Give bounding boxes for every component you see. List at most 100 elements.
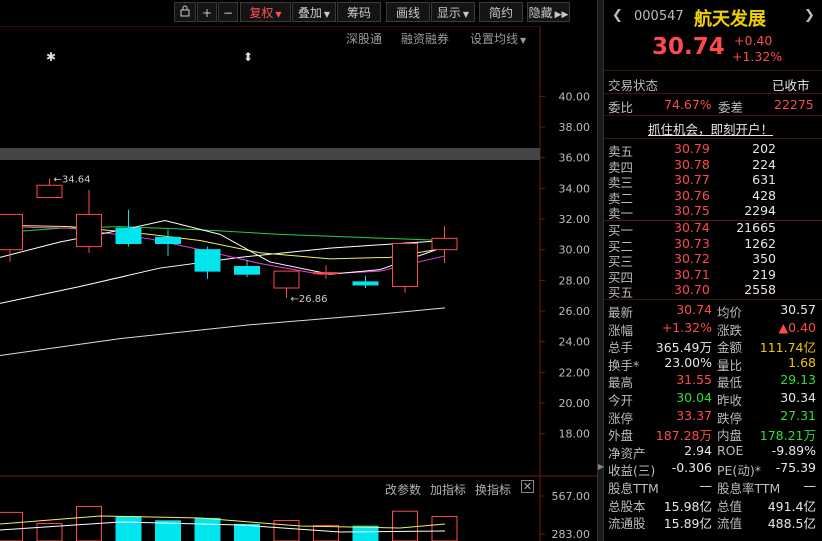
quote-value: 33.37 <box>676 407 712 423</box>
edit-params-link[interactable]: 改参数 <box>385 481 421 498</box>
close-indicator-icon[interactable]: ✕ <box>521 480 534 493</box>
quote-value: 27.31 <box>780 407 816 423</box>
ask-volume: 428 <box>752 187 776 203</box>
candle-body <box>273 270 300 289</box>
quote-value: 23.00% <box>664 354 712 370</box>
price-change: +0.40 <box>734 33 773 48</box>
quote-label: 收益(三) <box>608 463 656 479</box>
double-chevron-right-icon: ▶▶ <box>554 10 569 20</box>
quote-value: 111.74亿 <box>759 340 816 356</box>
quote-value: ▲0.40 <box>778 319 816 335</box>
stock-name: 航天发展 <box>694 9 766 30</box>
quote-label: 股息TTM <box>608 481 659 496</box>
divider <box>604 70 822 71</box>
ask-volume: 202 <box>752 141 776 156</box>
y-tick-label: 28.00 <box>559 274 591 287</box>
overlay-label: 叠加 <box>297 6 322 20</box>
bid-volume: 219 <box>752 266 776 282</box>
candle-body <box>76 213 102 248</box>
prev-stock-icon[interactable]: ❮ <box>612 8 623 23</box>
candle-body <box>234 266 260 275</box>
ask-row[interactable]: 卖三 30.77 631 <box>604 172 822 190</box>
quote-label: 最高 <box>608 375 634 391</box>
candle-body <box>392 243 418 287</box>
caret-down-icon: ▼ <box>462 10 470 19</box>
display-label: 显示 <box>436 6 461 20</box>
switch-indicator-link[interactable]: 换指标 <box>475 481 511 498</box>
open-account-link[interactable]: 抓住机会，即刻开户！ <box>648 119 773 138</box>
asterisk-marker: ✱ <box>46 50 56 64</box>
bid-volume: 21665 <box>736 220 776 235</box>
hide-label: 隐藏 <box>528 6 553 20</box>
arrow-marker: ⬍ <box>243 50 253 64</box>
bid-price: 30.73 <box>674 235 710 251</box>
stock-code: 000547 <box>634 9 684 24</box>
quote-label: 总手 <box>608 340 634 356</box>
quote-label: 涨跌 <box>717 322 743 338</box>
lock-icon <box>179 5 191 20</box>
overlay-dropdown[interactable]: 叠加 ▼ <box>292 2 336 22</box>
quote-value: 488.5亿 <box>767 516 816 532</box>
quote-panel: ❮ 000547 航天发展 ❯ 30.74 +0.40 +1.32% 交易状态 … <box>604 0 822 541</box>
indicator-bar <box>313 525 339 541</box>
quote-label: 内盘 <box>717 428 743 444</box>
quote-value: 15.98亿 <box>663 498 712 514</box>
candle-body <box>115 227 142 245</box>
hide-button[interactable]: 隐藏 ▶▶ <box>527 2 570 22</box>
ask-volume: 224 <box>752 156 776 172</box>
candle-body <box>352 281 379 286</box>
y-tick-label: 22.00 <box>559 366 591 379</box>
ask-volume: 2294 <box>744 203 776 218</box>
bid-row[interactable]: 买五 30.70 2558 <box>604 282 822 300</box>
candle-body <box>155 236 181 245</box>
divider <box>604 138 822 139</box>
indicator-bar <box>115 516 142 541</box>
weicha-label: 委差 <box>718 100 744 115</box>
add-indicator-link[interactable]: 加指标 <box>430 481 466 498</box>
draw-line-button[interactable]: 画线 <box>386 2 430 22</box>
lock-button[interactable] <box>174 2 196 22</box>
ask-row[interactable]: 卖五 30.79 202 <box>604 141 822 159</box>
bid-row[interactable]: 买一 30.74 21665 <box>604 220 822 238</box>
candle-body <box>36 184 63 199</box>
chart-toolbar: + − 复权 ▼ 叠加 ▼ 筹码 画线 显示 ▼ 简约 隐藏 ▶▶ <box>0 0 600 26</box>
ask-price: 30.77 <box>674 172 710 187</box>
y-tick-label: 30.00 <box>559 244 591 257</box>
quote-value: 491.4亿 <box>767 498 816 514</box>
next-stock-icon[interactable]: ❯ <box>804 8 815 23</box>
display-dropdown[interactable]: 显示 ▼ <box>431 2 475 22</box>
y-tick-label: 18.00 <box>559 428 591 441</box>
quote-label: 跌停 <box>717 410 743 426</box>
zoom-out-button[interactable]: − <box>218 2 238 22</box>
quote-label: 净资产 <box>608 445 646 461</box>
ask-row[interactable]: 卖一 30.75 2294 <box>604 203 822 221</box>
quote-value: — <box>699 478 713 493</box>
panel-splitter[interactable]: ▶ <box>597 0 604 541</box>
ask-row[interactable]: 卖二 30.76 428 <box>604 187 822 206</box>
quote-value: — <box>803 478 817 493</box>
adjust-dropdown[interactable]: 复权 ▼ <box>240 2 291 22</box>
ask-row[interactable]: 卖四 30.78 224 <box>604 156 822 175</box>
bid-row[interactable]: 买四 30.71 219 <box>604 266 822 285</box>
bid-row[interactable]: 买三 30.72 350 <box>604 251 822 269</box>
quote-label: ROE <box>717 442 744 458</box>
indicator-bar <box>194 517 221 541</box>
quote-label: PE(动)* <box>717 463 761 479</box>
y-tick-label: 40.00 <box>559 90 591 103</box>
chips-button[interactable]: 筹码 <box>337 2 381 22</box>
quote-label: 均价 <box>717 305 743 320</box>
bid-volume: 1262 <box>744 235 776 251</box>
kline-chart[interactable]: 40.00 38.00 36.00 34.00 32.00 30.00 28.00 26.00… <box>0 26 597 541</box>
bid-volume: 350 <box>752 251 776 266</box>
bid-row[interactable]: 买二 30.73 1262 <box>604 235 822 254</box>
ask-price: 30.76 <box>674 187 710 203</box>
bid-volume: 2558 <box>744 282 776 297</box>
weibi-value: 74.67% <box>664 97 712 112</box>
quote-value: 187.28万 <box>655 428 712 444</box>
quote-label: 量比 <box>717 357 743 373</box>
weibi-label: 委比 <box>608 100 634 115</box>
simple-button[interactable]: 简约 <box>479 2 523 22</box>
y-tick-label: 32.00 <box>559 213 591 226</box>
high-annotation: ←34.64 <box>54 175 91 186</box>
zoom-in-button[interactable]: + <box>197 2 217 22</box>
